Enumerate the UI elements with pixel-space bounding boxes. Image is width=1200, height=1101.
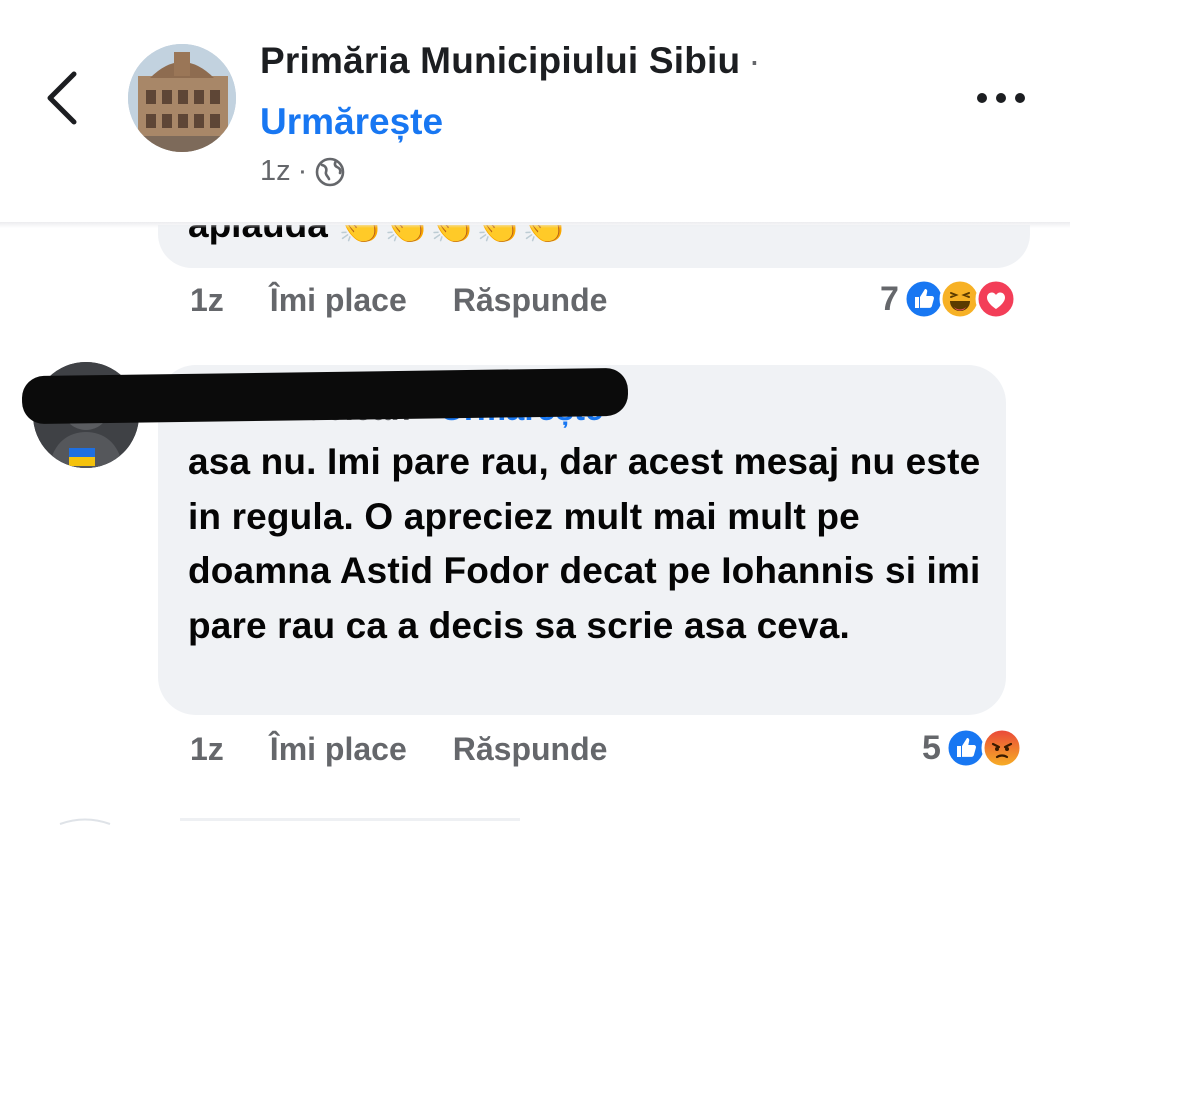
- page-avatar[interactable]: [128, 44, 236, 152]
- more-options-button[interactable]: [968, 76, 1036, 120]
- reply-button[interactable]: Răspunde: [453, 282, 608, 319]
- name-separator: ·: [748, 40, 761, 81]
- follow-button[interactable]: Urmărește: [260, 101, 443, 143]
- more-horizontal-icon: [977, 93, 1025, 103]
- comment-actions: 1z Îmi place Răspunde: [190, 731, 653, 768]
- globe-icon: [316, 157, 345, 186]
- comment-text: asa nu. Imi pare rau, dar acest mesaj nu…: [188, 441, 981, 646]
- reply-button[interactable]: Răspunde: [453, 731, 608, 768]
- meta-separator: ·: [297, 155, 308, 187]
- post-time[interactable]: 1z: [260, 155, 291, 188]
- love-reaction-icon: [975, 278, 1017, 320]
- angry-reaction-icon: [981, 727, 1023, 769]
- reaction-summary[interactable]: 7: [880, 278, 1017, 320]
- reaction-summary[interactable]: 5: [922, 727, 1023, 769]
- comment-time[interactable]: 1z: [190, 282, 224, 319]
- like-button[interactable]: Îmi place: [270, 731, 407, 768]
- back-button[interactable]: [38, 68, 88, 128]
- post-header: Primăria Municipiului Sibiu · Urmărește 1…: [0, 0, 1200, 225]
- next-comment-hint: [0, 812, 1200, 825]
- page-title[interactable]: Primăria Municipiului Sibiu ·: [260, 40, 761, 82]
- comment-time[interactable]: 1z: [190, 731, 224, 768]
- chevron-left-icon: [47, 71, 77, 125]
- reaction-count: 5: [922, 728, 941, 767]
- reaction-count: 7: [880, 279, 899, 318]
- header-divider: [0, 222, 1070, 228]
- post-meta: 1z ·: [260, 155, 346, 188]
- redaction-mark: [21, 367, 629, 425]
- comment-actions: 1z Îmi place Răspunde: [190, 282, 653, 319]
- page-name[interactable]: Primăria Municipiului Sibiu: [260, 40, 740, 81]
- like-button[interactable]: Îmi place: [270, 282, 407, 319]
